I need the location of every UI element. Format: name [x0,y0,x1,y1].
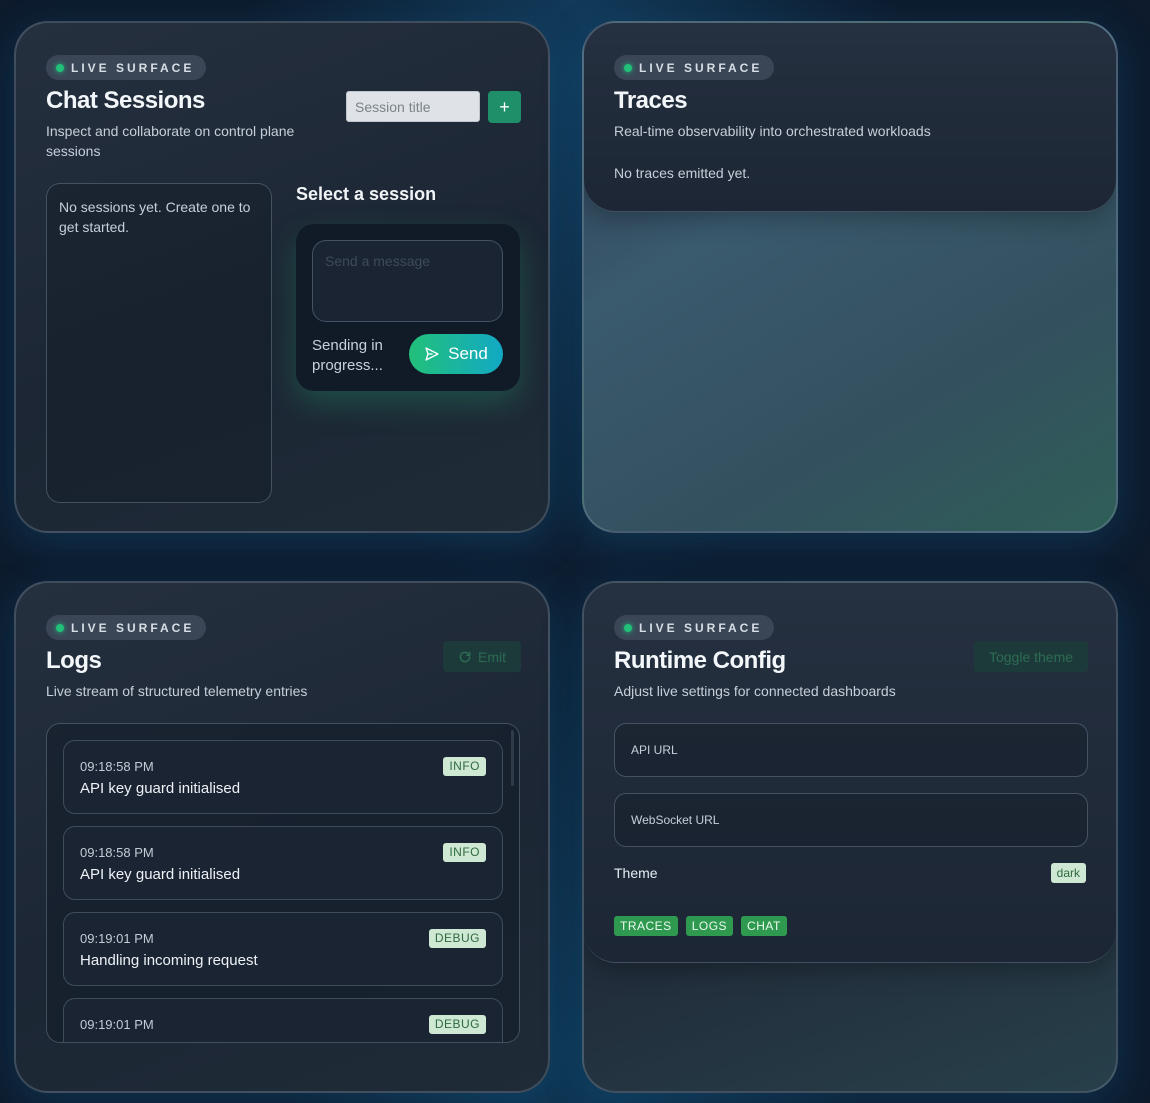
message-input[interactable] [312,240,503,322]
live-status-dot-icon [624,623,632,632]
add-session-button[interactable]: + [488,91,521,123]
live-surface-pill: LIVE SURFACE [614,55,775,80]
live-status-dot-icon [56,63,64,72]
live-surface-label: LIVE SURFACE [639,620,763,635]
live-surface-pill: LIVE SURFACE [46,615,207,640]
log-time: 09:19:01 PM [80,931,154,946]
log-scrollbar[interactable] [511,730,514,786]
log-time: 09:19:01 PM [80,1017,154,1032]
panel-title: Chat Sessions [46,87,205,114]
theme-label: Theme [614,865,658,881]
panel-title: Traces [614,87,688,114]
log-message: API key guard initialised [80,866,241,883]
refresh-icon [459,651,471,662]
live-surface-label: LIVE SURFACE [71,60,195,75]
toggle-theme-button[interactable]: Toggle theme [974,641,1088,672]
emit-button-label: Emit [478,648,506,665]
session-title-input[interactable] [346,91,480,122]
api-url-field[interactable]: API URL [614,723,1088,777]
live-status-dot-icon [624,63,632,72]
send-icon [425,347,439,361]
log-list[interactable]: 09:18:58 PM API key guard initialised IN… [46,723,520,1043]
traces-empty-text: No traces emitted yet. [614,165,751,181]
message-composer: Sending in progress... Send [296,224,520,391]
log-level-badge: DEBUG [428,1015,486,1034]
log-time: 09:18:58 PM [80,759,154,774]
session-list-empty-text: No sessions yet. Create one to get start… [59,199,251,235]
panel-title: Logs [46,647,102,674]
panel-subtitle: Inspect and collaborate on control plane… [46,121,294,161]
live-surface-label: LIVE SURFACE [639,60,763,75]
logs-panel: LIVE SURFACE Logs Live stream of structu… [14,581,550,1093]
log-level-badge: INFO [443,843,486,862]
log-message: API key guard initialised [80,780,241,797]
live-surface-label: LIVE SURFACE [71,620,195,635]
log-entry: 09:18:58 PM API key guard initialised IN… [63,740,503,814]
send-button-label: Send [448,344,488,363]
panel-subtitle: Real-time observability into orchestrate… [614,123,931,139]
session-list: No sessions yet. Create one to get start… [46,183,272,503]
surface-tags: TRACES LOGS CHAT [614,916,787,936]
send-button[interactable]: Send [409,334,503,374]
panel-title: Runtime Config [614,647,786,674]
subtitle-line-1: Inspect and collaborate on control plane [46,123,295,139]
panel-subtitle: Live stream of structured telemetry entr… [46,683,308,699]
live-status-dot-icon [56,623,64,632]
tag-logs: LOGS [685,916,734,936]
tag-chat: CHAT [741,916,787,936]
websocket-url-label: WebSocket URL [631,813,720,827]
api-url-label: API URL [631,743,678,757]
theme-value-badge: dark [1050,863,1086,883]
emit-button[interactable]: Emit [443,641,521,672]
log-entry: 09:19:01 PM Handling incoming request DE… [63,912,503,986]
sending-status-text: Sending in progress... [312,337,383,374]
live-surface-pill: LIVE SURFACE [614,615,775,640]
tag-traces: TRACES [614,916,678,936]
select-session-heading: Select a session [296,184,437,204]
log-level-badge: DEBUG [428,929,486,948]
log-message: Handling incoming request [80,952,258,969]
websocket-url-field[interactable]: WebSocket URL [614,793,1088,847]
chat-sessions-panel: LIVE SURFACE Chat Sessions Inspect and c… [14,21,550,533]
log-entry: 09:18:58 PM API key guard initialised IN… [63,826,503,900]
runtime-config-panel: LIVE SURFACE Runtime Config Adjust live … [582,581,1118,1093]
traces-card: LIVE SURFACE Traces Real-time observabil… [584,23,1116,212]
live-surface-pill: LIVE SURFACE [46,55,207,80]
panel-subtitle: Adjust live settings for connected dashb… [614,683,896,699]
log-level-badge: INFO [443,757,486,776]
log-time: 09:18:58 PM [80,845,154,860]
log-entry: 09:19:01 PM DEBUG [63,998,503,1042]
subtitle-line-2: sessions [46,143,101,159]
runtime-config-card: LIVE SURFACE Runtime Config Adjust live … [584,583,1116,963]
traces-panel: LIVE SURFACE Traces Real-time observabil… [582,21,1118,533]
